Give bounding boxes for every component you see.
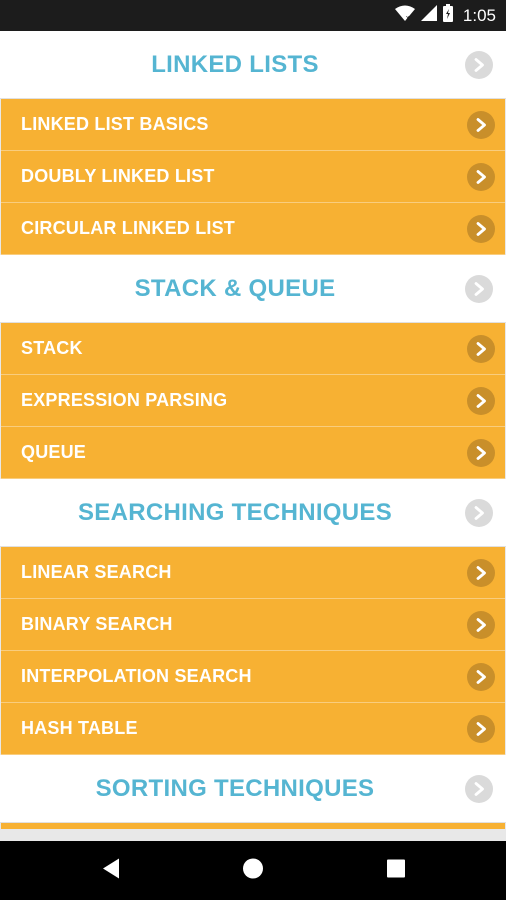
section-header[interactable]: SORTING TECHNIQUES	[0, 755, 506, 823]
topic-item[interactable]: LINKED LIST BASICS	[1, 99, 505, 151]
chevron-right-icon	[467, 162, 495, 191]
navigation-bar	[0, 841, 506, 900]
chevron-right-icon	[467, 214, 495, 243]
section-title: SORTING TECHNIQUES	[95, 774, 375, 802]
topic-item[interactable]: LINEAR SEARCH	[1, 547, 505, 599]
svg-text:x: x	[406, 15, 410, 21]
topic-item-label: LINEAR SEARCH	[21, 562, 172, 582]
section-title: STACK & QUEUE	[134, 274, 336, 302]
topic-item-label: QUEUE	[21, 442, 87, 462]
topic-item-label: STACK	[21, 338, 83, 358]
chevron-right-icon	[465, 774, 493, 803]
topic-item[interactable]	[1, 823, 505, 829]
chevron-right-icon	[467, 662, 495, 691]
back-icon[interactable]	[101, 857, 121, 884]
topic-item-label: CIRCULAR LINKED LIST	[21, 218, 235, 238]
topic-item-label: DOUBLY LINKED LIST	[21, 166, 215, 186]
topic-item-label: EXPRESSION PARSING	[21, 390, 228, 410]
topic-item[interactable]: INTERPOLATION SEARCH	[1, 651, 505, 703]
topic-item[interactable]: HASH TABLE	[1, 703, 505, 755]
section-header[interactable]: LINKED LISTS	[0, 31, 506, 99]
chevron-right-icon	[467, 558, 495, 587]
chevron-right-icon	[467, 334, 495, 363]
topic-item[interactable]: DOUBLY LINKED LIST	[1, 151, 505, 203]
section-header[interactable]: STACK & QUEUE	[0, 255, 506, 323]
chevron-right-icon	[467, 386, 495, 415]
section-title: SEARCHING TECHNIQUES	[77, 498, 393, 526]
status-time: 1:05	[462, 5, 496, 25]
topic-item[interactable]: EXPRESSION PARSING	[1, 375, 505, 427]
chevron-right-icon	[467, 714, 495, 743]
topic-item[interactable]: BINARY SEARCH	[1, 599, 505, 651]
topic-item[interactable]: CIRCULAR LINKED LIST	[1, 203, 505, 255]
cell-signal-icon	[420, 5, 437, 26]
topic-item[interactable]: STACK	[1, 323, 505, 375]
home-icon[interactable]	[242, 857, 264, 884]
section-header[interactable]: SEARCHING TECHNIQUES	[0, 479, 506, 547]
chevron-right-icon	[467, 610, 495, 639]
topic-item-label: HASH TABLE	[21, 718, 138, 738]
topic-item-label: INTERPOLATION SEARCH	[21, 666, 252, 686]
recents-icon[interactable]	[387, 859, 405, 882]
status-bar: x 1:05	[0, 0, 506, 31]
topic-list-view[interactable]: LINKED LISTS LINKED LIST BASICS DOUBLY LIN…	[0, 31, 506, 841]
chevron-right-icon	[467, 110, 495, 139]
battery-icon	[442, 4, 453, 27]
status-icons: x 1:05	[394, 0, 496, 31]
topic-item-label: BINARY SEARCH	[21, 614, 173, 634]
topic-list: LINKED LISTS LINKED LIST BASICS DOUBLY LIN…	[0, 31, 506, 829]
section-title: LINKED LISTS	[151, 50, 319, 78]
chevron-right-icon	[465, 498, 493, 527]
wifi-icon: x	[394, 5, 415, 26]
chevron-right-icon	[465, 50, 493, 79]
topic-item-label: LINKED LIST BASICS	[21, 114, 209, 134]
chevron-right-icon	[467, 438, 495, 467]
topic-item[interactable]: QUEUE	[1, 427, 505, 479]
chevron-right-icon	[465, 274, 493, 303]
